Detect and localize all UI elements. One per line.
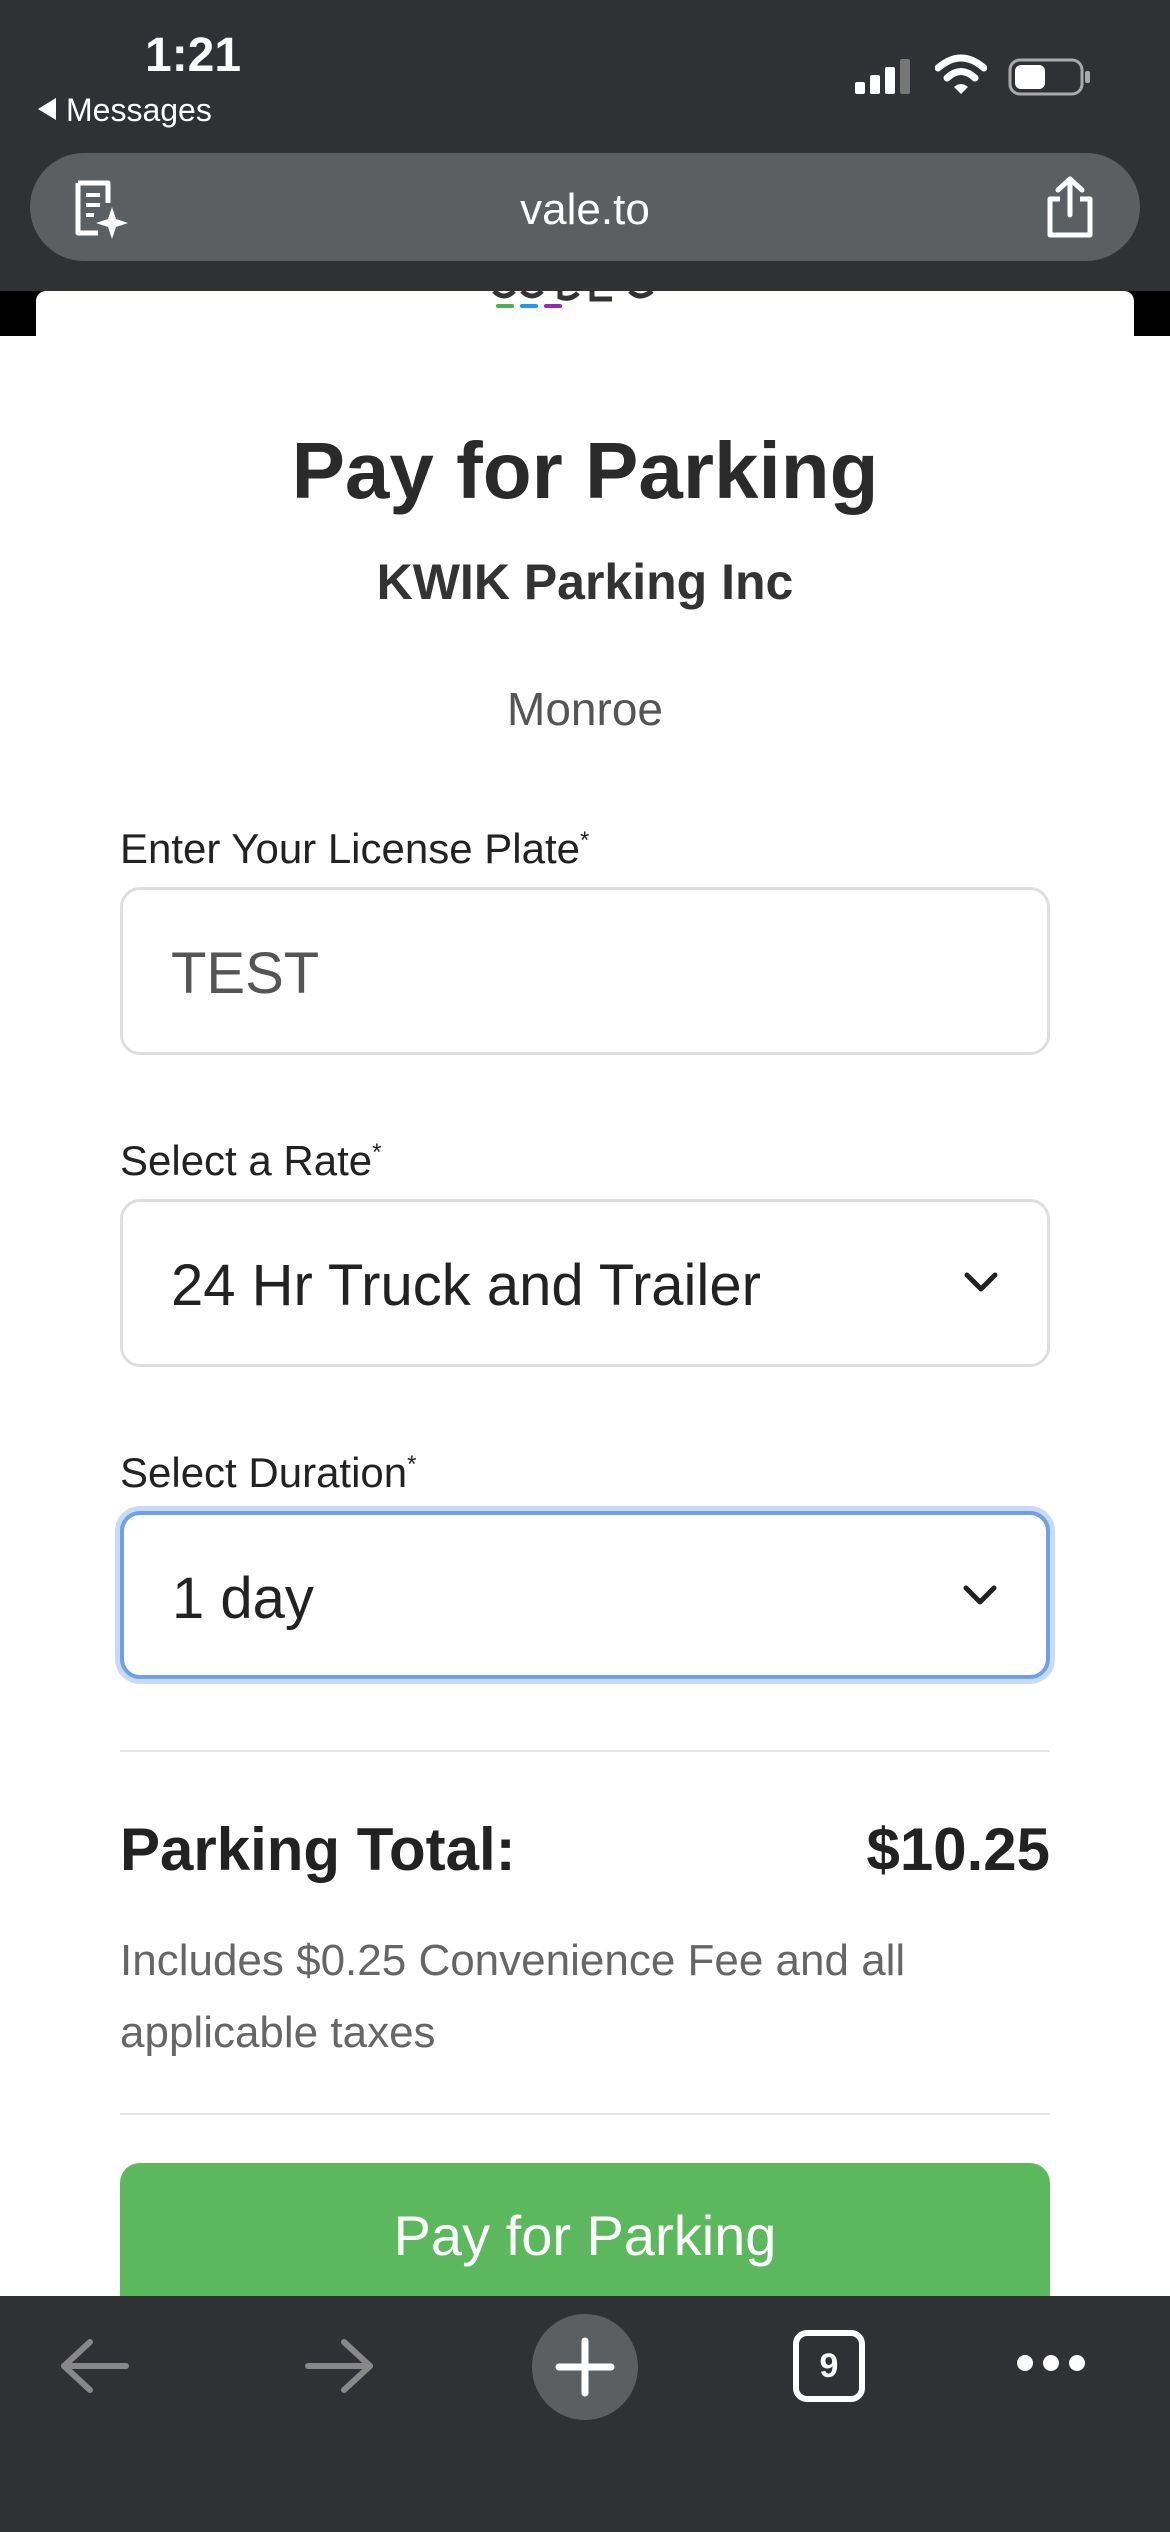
location-name: Monroe [507, 683, 663, 735]
forward-arrow-icon[interactable] [302, 2336, 376, 2396]
plus-icon [555, 2337, 615, 2397]
logo-icon [492, 291, 654, 308]
company-name: KWIK Parking Inc [376, 554, 794, 610]
status-bar: 1:21 Messages [0, 0, 1170, 140]
duration-label: Select Duration* [120, 1449, 417, 1497]
address-bar[interactable]: vale.to [30, 153, 1140, 261]
fee-note: Includes $0.25 Convenience Fee and all a… [120, 1936, 906, 2057]
plate-label-text: Enter Your License Plate [120, 825, 580, 872]
rate-label: Select a Rate* [120, 1137, 382, 1185]
status-time: 1:21 [145, 29, 242, 82]
required-mark: * [580, 827, 590, 854]
page-title: Pay for Parking [291, 426, 879, 515]
rate-label-text: Select a Rate [120, 1137, 373, 1184]
back-app-label: Messages [66, 92, 212, 128]
duration-select[interactable]: 1 day [120, 1511, 1050, 1679]
required-mark: * [407, 1451, 417, 1478]
back-triangle-icon [38, 98, 56, 120]
required-mark: * [372, 1139, 382, 1166]
license-plate-input[interactable]: TEST [120, 887, 1050, 1055]
chevron-down-icon [963, 1585, 997, 1605]
browser-toolbar: 9 [0, 2296, 1170, 2532]
pay-for-parking-button[interactable]: Pay for Parking [120, 2163, 1050, 2303]
url-text[interactable]: vale.to [30, 185, 1140, 235]
share-icon[interactable] [1042, 175, 1098, 239]
back-to-app-link[interactable]: Messages [38, 92, 212, 129]
divider [120, 1750, 1050, 1752]
battery-icon [1008, 58, 1090, 96]
plate-label: Enter Your License Plate* [120, 825, 589, 873]
parking-total-value: $10.25 [866, 1816, 1050, 1883]
rate-select[interactable]: 24 Hr Truck and Trailer [120, 1199, 1050, 1367]
cellular-signal-icon [855, 59, 910, 94]
wifi-icon [935, 54, 987, 94]
duration-selected-value: 1 day [172, 1566, 314, 1631]
tabs-button[interactable]: 9 [793, 2330, 865, 2402]
parking-total-label: Parking Total: [120, 1816, 516, 1883]
divider [120, 2113, 1050, 2115]
more-icon[interactable] [1015, 2351, 1087, 2375]
license-plate-value[interactable]: TEST [171, 940, 319, 1007]
new-tab-button[interactable] [532, 2314, 638, 2420]
duration-label-text: Select Duration [120, 1449, 408, 1496]
rate-selected-value: 24 Hr Truck and Trailer [171, 1253, 761, 1318]
chevron-down-icon [964, 1272, 998, 1292]
back-arrow-icon[interactable] [58, 2336, 132, 2396]
logo-partial [490, 291, 680, 309]
